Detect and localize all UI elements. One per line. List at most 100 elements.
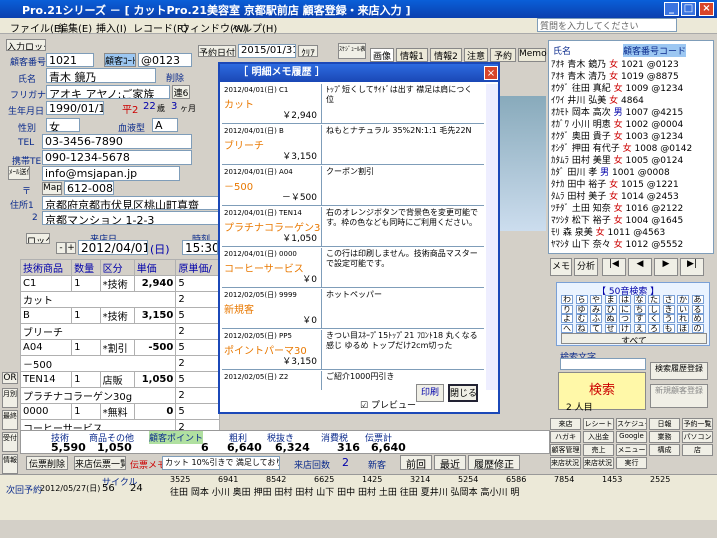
mobile-field[interactable]: 090-1234-5678	[42, 150, 192, 165]
customer-code-button[interactable]: 顧客ｺｰﾄﾞ	[104, 53, 136, 67]
email-field[interactable]: info@msjapan.jp	[42, 166, 180, 181]
function-button[interactable]: 売上	[583, 444, 614, 456]
function-button[interactable]: 店	[682, 444, 713, 456]
memo-text[interactable]: この行は印刷しません。技術商品マスターで設定可能です。	[324, 248, 482, 288]
kana-button[interactable]: さ	[662, 295, 675, 304]
cell[interactable]: A04	[19, 339, 73, 356]
function-button[interactable]: 入出金	[583, 431, 614, 443]
slip-delete-button[interactable]: 伝票削除	[26, 456, 68, 470]
cell[interactable]: *技術	[99, 307, 135, 324]
dialog-close-icon[interactable]: ×	[484, 66, 498, 80]
staff[interactable]: 往田	[170, 488, 188, 497]
cell[interactable]: 1,050	[133, 371, 177, 388]
memo-text[interactable]: 右のオレンジボタンで背景色を変更可能です。枠の色なども同時にご利用ください。	[324, 207, 482, 247]
history-edit-button[interactable]: 履歴修正	[468, 455, 520, 470]
kana-button[interactable]: ね	[575, 323, 588, 333]
print-button[interactable]: 印刷	[416, 384, 444, 402]
search-history-button[interactable]: 検索履歴登録	[650, 362, 708, 380]
staff[interactable]: 明	[510, 488, 519, 497]
tab-info1[interactable]: 情報1	[396, 48, 428, 62]
kana-button[interactable]: つ	[619, 314, 631, 323]
kana-button[interactable]: て	[590, 323, 602, 333]
list-item[interactable]: ｵｶﾓﾄ 岡本 高次 男 1007 @4215	[551, 105, 697, 117]
cell[interactable]: -500	[133, 339, 177, 356]
kana-button[interactable]: う	[662, 314, 675, 323]
kana-button[interactable]: へ	[561, 323, 573, 333]
kana-button[interactable]: か	[677, 295, 689, 304]
kana-button[interactable]: は	[619, 295, 631, 304]
memo-text[interactable]: ﾄｯﾌﾟ短くしてｻｲﾄﾞは出す 襟足は肩につく位	[324, 84, 482, 124]
list-item[interactable]: ｵｸﾀﾞ 奥田 貴子 女 1003 @1234	[551, 129, 697, 141]
staff[interactable]: 夏井川	[421, 488, 448, 497]
function-button[interactable]: 予約一覧	[682, 418, 713, 430]
kana-button[interactable]: あ	[691, 295, 704, 304]
list-item[interactable]: ﾔﾏｼﾀ 山下 奈々 女 1012 @5552	[551, 237, 697, 249]
kana-button[interactable]: よ	[561, 314, 573, 323]
memo-row[interactable]: 2012/02/05(日) PP5 ポイントパーマ30 ￥3,150 きつい目ｽﾈｰﾌ…	[222, 330, 484, 370]
visit-date-field[interactable]: 2012/04/01	[78, 240, 148, 255]
sex-select[interactable]: 女	[46, 118, 80, 132]
cell[interactable]: C1	[19, 275, 73, 292]
next-record-button[interactable]: ▶	[654, 258, 678, 276]
list-item[interactable]: ｵｶﾞﾜ 小川 明恵 女 1002 @0004	[551, 117, 697, 129]
close-button[interactable]: ×	[699, 2, 714, 16]
cell[interactable]: 店販	[99, 371, 135, 388]
staff[interactable]: 小川	[212, 488, 230, 497]
analysis-button[interactable]: 分析	[574, 258, 598, 276]
cell[interactable]: －500	[19, 355, 177, 372]
cell[interactable]: 1	[71, 403, 101, 420]
table-row[interactable]: B 1 *技術 3,150 5	[19, 307, 220, 324]
kana-button[interactable]: る	[691, 304, 704, 314]
address2-field[interactable]: 京都マンション 1-2-3	[42, 211, 220, 225]
cell[interactable]: 1	[71, 339, 101, 356]
kana-button[interactable]: し	[648, 304, 660, 314]
dialog-close-button[interactable]: 閉じる	[448, 384, 478, 402]
cell[interactable]: 0	[133, 403, 177, 420]
memo-text[interactable]: ねもとナチュラル 35%2N:1:1 毛先22N	[324, 125, 482, 165]
or-button[interactable]: OR	[2, 372, 18, 384]
list-item[interactable]: ﾂﾁﾀﾞ 土田 知奈 女 1016 @2122	[551, 201, 697, 213]
slip-list-button[interactable]: 来店伝票一覧	[74, 456, 126, 470]
customer-number-field[interactable]: 1021	[46, 53, 94, 67]
list-item[interactable]: ｵｳﾀﾞ 往田 真紀 女 1009 @1234	[551, 81, 697, 93]
memo-text[interactable]: きつい目ｽﾈｰﾌﾟ15ﾄｯﾌﾟ21 ﾌﾛﾝﾄ18 丸くなる感じ ゆるめ トップだ…	[324, 330, 482, 370]
kana-button[interactable]: ふ	[590, 314, 602, 323]
kana-button[interactable]: ま	[604, 295, 617, 304]
blood-select[interactable]: A	[152, 118, 178, 132]
time-field[interactable]: 15:30	[182, 240, 218, 255]
menu-file[interactable]: ファイル(E)	[10, 20, 64, 35]
list-item[interactable]: ｲﾜｲ 井川 弘美 女 4864	[551, 93, 697, 105]
reserve-date-field[interactable]: 2015/01/31	[238, 44, 296, 58]
tab-image[interactable]: 画像	[370, 48, 394, 62]
staff[interactable]: 土田	[379, 488, 397, 497]
name-field[interactable]: 青木 鏡乃	[46, 68, 156, 83]
map-button[interactable]: Map	[42, 182, 62, 195]
table-row[interactable]: プラチナコラーゲン30g 2	[19, 387, 220, 404]
list-item[interactable]: ﾀﾑﾗ 田村 美子 女 1014 @2453	[551, 189, 697, 201]
memo-row[interactable]: 2012/04/01(日) TEN14プラチナコラーゲン30g￥1,050右のオ…	[222, 207, 484, 247]
cell[interactable]: 1	[71, 275, 101, 292]
memo-row[interactable]: 2012/02/05(日) Z2 ご紹介1000円引き	[222, 371, 484, 390]
memo-text[interactable]: クーポン割引	[324, 166, 482, 206]
kana-button[interactable]: む	[575, 314, 588, 323]
menu-insert[interactable]: 挿入(I)	[96, 20, 127, 35]
cell[interactable]: TEN14	[19, 371, 73, 388]
address1-field[interactable]: 京都府京都市伏見区桃山町真齋	[42, 196, 220, 210]
info-output-button[interactable]: 情報出力	[2, 454, 18, 474]
memo-row[interactable]: 2012/04/01(日) 0000 コーヒーサービス ￥0 この行は印刷しません。技…	[222, 248, 484, 288]
kana-button[interactable]: い	[677, 304, 689, 314]
function-button[interactable]: 来店状況 日計表	[583, 457, 614, 469]
cell[interactable]: 2,940	[133, 275, 177, 292]
memo-row[interactable]: 2012/04/01(日) C1 カット ￥2,940 ﾄｯﾌﾟ短くしてｻｲﾄﾞは出す…	[222, 84, 484, 124]
kana-button[interactable]: く	[648, 314, 660, 323]
input-lock-button[interactable]: 入力ロック	[6, 39, 46, 51]
kana-button[interactable]: ら	[575, 295, 588, 304]
kana-button[interactable]: に	[619, 304, 631, 314]
mail-send-button[interactable]: ﾒｰﾙ送信	[8, 166, 30, 180]
list-item[interactable]: ｶﾀﾑﾗ 田村 美里 女 1005 @0124	[551, 153, 697, 165]
first-button[interactable]: |◀	[602, 258, 626, 276]
kana-button[interactable]: り	[561, 304, 573, 314]
cell[interactable]: 3,150	[133, 307, 177, 324]
kana-button[interactable]: け	[619, 323, 631, 333]
last-button[interactable]: ▶|	[680, 258, 704, 276]
